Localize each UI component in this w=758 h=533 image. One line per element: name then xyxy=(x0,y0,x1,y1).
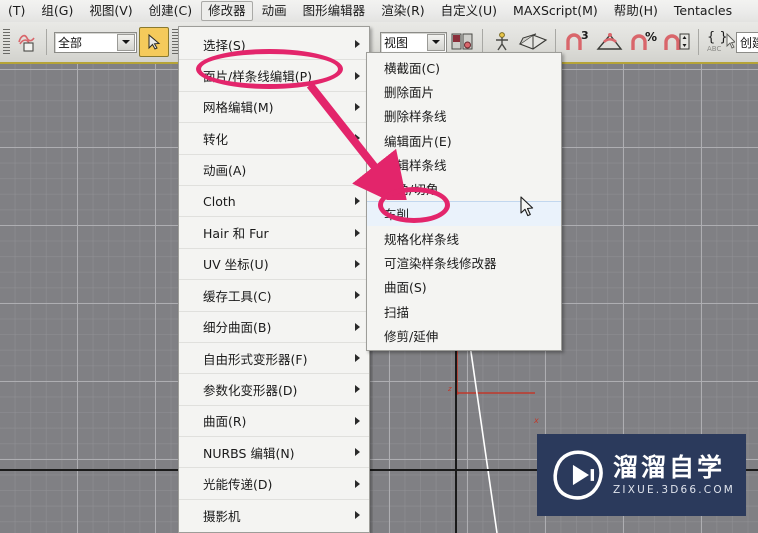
menubar-item-7[interactable]: 渲染(R) xyxy=(374,1,431,21)
svg-text:{ }: { } xyxy=(707,30,728,45)
patch-spline-item-label-9: 曲面(S) xyxy=(384,280,427,296)
modifier-menu-item-10[interactable]: 自由形式变形器(F) xyxy=(179,343,369,375)
modifier-menu-item-11[interactable]: 参数化变形器(D) xyxy=(179,374,369,406)
modifier-menu-item-label-6: Hair 和 Fur xyxy=(203,226,269,242)
selection-filter-combo[interactable]: 全部 xyxy=(54,31,137,53)
menubar-item-4[interactable]: 修改器 xyxy=(201,1,253,21)
snap-toggle-icon[interactable]: 3 xyxy=(561,28,593,56)
svg-text:%: % xyxy=(645,30,657,44)
modifier-menu-item-label-15: 摄影机 xyxy=(203,508,241,524)
menubar-item-2[interactable]: 视图(V) xyxy=(82,1,139,21)
angle-snap-icon[interactable] xyxy=(593,28,627,56)
modifier-menu-item-label-5: Cloth xyxy=(203,193,236,209)
patch-spline-item-label-7: 规格化样条线 xyxy=(384,231,460,247)
patch-spline-item-label-10: 扫描 xyxy=(384,304,410,320)
modifier-menu-item-label-13: NURBS 编辑(N) xyxy=(203,445,295,461)
chevron-down-icon[interactable] xyxy=(117,33,135,51)
menubar-item-9[interactable]: MAXScript(M) xyxy=(506,1,605,21)
menu-bar: (T) 组(G) 视图(V) 创建(C) 修改器 动画 图形编辑器 渲染(R) 自定义(U) MA… xyxy=(0,0,758,23)
menubar-item-1[interactable]: 组(G) xyxy=(34,1,80,21)
named-selection-sets-icon[interactable]: { } ABC xyxy=(704,28,736,56)
percent-snap-icon[interactable]: % xyxy=(627,28,661,56)
annotation-highlight-patch-spline xyxy=(196,49,343,89)
patch-spline-item-8[interactable]: 可渲染样条线修改器 xyxy=(367,250,561,274)
patch-spline-item-11[interactable]: 修剪/延伸 xyxy=(367,323,561,347)
modifier-menu-item-6[interactable]: Hair 和 Fur xyxy=(179,217,369,249)
svg-text:ABC: ABC xyxy=(707,45,721,53)
modifier-menu-item-label-14: 光能传递(D) xyxy=(203,477,273,493)
modifier-menu-item-label-12: 曲面(R) xyxy=(203,414,247,430)
menubar-item-10[interactable]: 帮助(H) xyxy=(607,1,665,21)
reference-coordinate-value: 视图 xyxy=(384,35,409,50)
svg-text:3: 3 xyxy=(581,30,589,42)
annotation-highlight-lathe xyxy=(378,187,450,223)
modifier-menu-item-label-11: 参数化变形器(D) xyxy=(203,382,298,398)
named-selection-value: 创建选择 xyxy=(740,35,758,50)
toolbar-separator-4 xyxy=(698,29,699,55)
patch-spline-item-7[interactable]: 规格化样条线 xyxy=(367,226,561,250)
play-button-icon xyxy=(553,450,603,500)
menubar-item-0[interactable]: (T) xyxy=(1,1,32,21)
modifier-menu-item-label-2: 网格编辑(M) xyxy=(203,100,274,116)
modifier-menu-item-label-4: 动画(A) xyxy=(203,163,247,179)
menubar-item-11[interactable]: Tentacles xyxy=(667,1,739,21)
modifier-menu-item-7[interactable]: UV 坐标(U) xyxy=(179,249,369,281)
modifier-menu-item-8[interactable]: 缓存工具(C) xyxy=(179,280,369,312)
named-selection-input[interactable]: 创建选择 xyxy=(736,31,758,53)
modifier-menu-item-15[interactable]: 摄影机 xyxy=(179,500,369,530)
patch-spline-item-label-11: 修剪/延伸 xyxy=(384,328,439,344)
patch-spline-item-label-8: 可渲染样条线修改器 xyxy=(384,256,497,272)
mouse-cursor xyxy=(520,196,534,217)
toolbar-grip[interactable] xyxy=(3,29,10,55)
watermark-logo: 溜溜自学 ZIXUE.3D66.COM xyxy=(537,434,746,516)
modifier-menu-item-14[interactable]: 光能传递(D) xyxy=(179,468,369,500)
modifier-menu-item-label-7: UV 坐标(U) xyxy=(203,257,269,273)
spinner-snap-icon[interactable] xyxy=(661,28,693,56)
menubar-item-5[interactable]: 动画 xyxy=(255,1,294,21)
modifier-menu-item-label-3: 转化 xyxy=(203,131,229,147)
modifier-menu-item-12[interactable]: 曲面(R) xyxy=(179,406,369,438)
menubar-item-6[interactable]: 图形编辑器 xyxy=(296,1,373,21)
modifier-menu-item-label-8: 缓存工具(C) xyxy=(203,288,272,304)
select-object-tool-icon[interactable] xyxy=(139,27,169,57)
menubar-item-3[interactable]: 创建(C) xyxy=(142,1,199,21)
reference-coordinate-combo[interactable]: 视图 xyxy=(380,31,447,53)
modifier-menu-item-9[interactable]: 细分曲面(B) xyxy=(179,312,369,343)
patch-spline-item-10[interactable]: 扫描 xyxy=(367,299,561,323)
toolbar-separator xyxy=(46,29,47,55)
patch-spline-item-9[interactable]: 曲面(S) xyxy=(367,275,561,299)
selection-filter-value: 全部 xyxy=(58,35,83,50)
select-object-icon[interactable] xyxy=(13,28,41,56)
modifier-menu-item-13[interactable]: NURBS 编辑(N) xyxy=(179,437,369,469)
watermark-subtitle: ZIXUE.3D66.COM xyxy=(613,484,736,496)
modifier-menu-item-label-9: 细分曲面(B) xyxy=(203,320,272,336)
modifier-menu-item-label-10: 自由形式变形器(F) xyxy=(203,351,308,367)
watermark-title: 溜溜自学 xyxy=(613,453,726,482)
menubar-item-8[interactable]: 自定义(U) xyxy=(434,1,504,21)
chevron-down-icon-2[interactable] xyxy=(427,33,445,51)
